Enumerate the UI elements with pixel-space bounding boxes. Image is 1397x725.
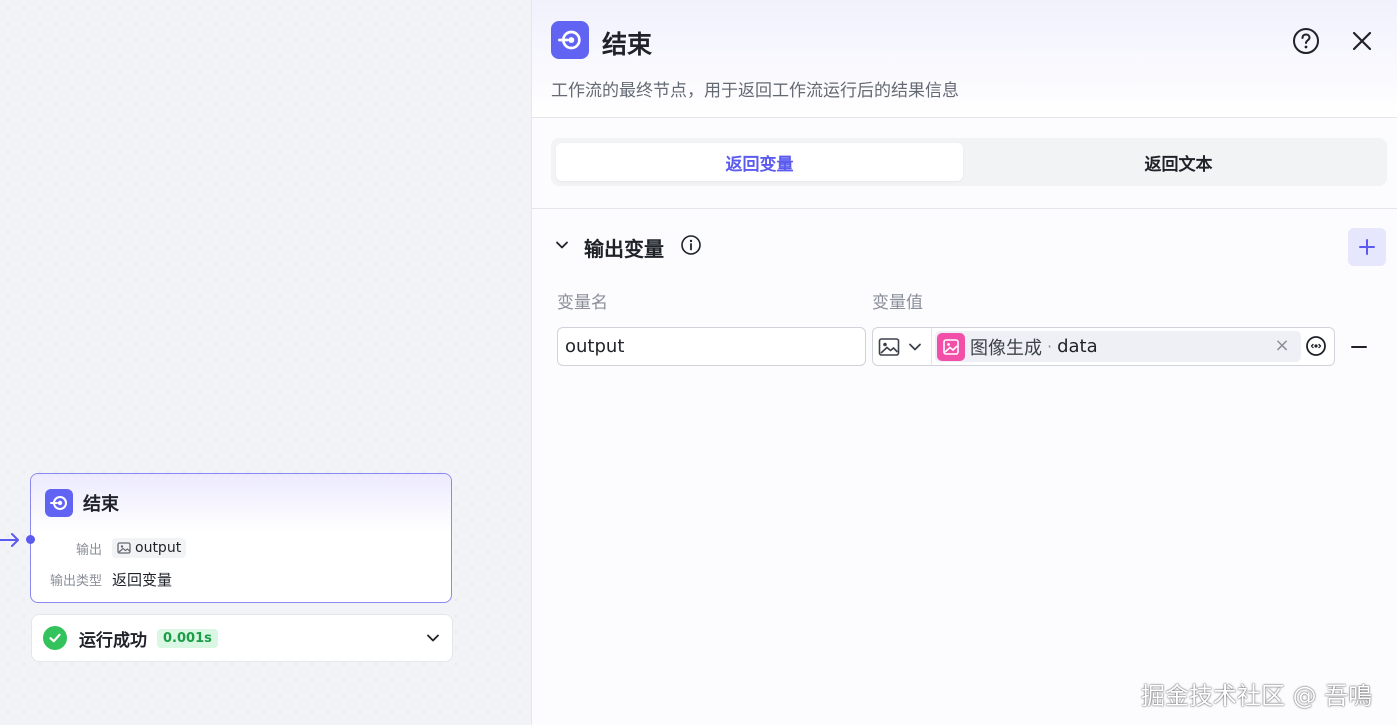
chevron-down-icon[interactable]: [424, 629, 442, 647]
clear-reference-icon[interactable]: ×: [1273, 337, 1291, 355]
node-output-type-row: 输出类型 返回变量: [31, 569, 172, 590]
add-variable-button[interactable]: [1348, 228, 1386, 266]
workflow-canvas[interactable]: 结束 输出 output 输出类型 返回变量 运行成功 0.001s: [0, 0, 531, 725]
remove-row-icon[interactable]: [1347, 335, 1371, 359]
run-status-label: 运行成功: [79, 630, 147, 651]
help-icon[interactable]: [1292, 27, 1320, 55]
panel-title: 结束: [602, 30, 653, 59]
end-node-icon: [551, 21, 589, 59]
tab-return-variable[interactable]: 返回变量: [556, 143, 963, 181]
node-header: 结束: [31, 474, 451, 532]
node-config-panel: 结束 工作流的最终节点，用于返回工作流运行后的结果信息 返回变量 返回文本 输出…: [531, 0, 1397, 725]
reference-separator: ·: [1047, 337, 1053, 356]
output-chip-label: output: [135, 540, 182, 556]
column-header-name: 变量名: [557, 293, 608, 313]
section-title: 输出变量: [584, 237, 664, 261]
info-icon[interactable]: [680, 234, 702, 256]
node-output-row: 输出 output: [31, 538, 187, 558]
tab-return-text[interactable]: 返回文本: [975, 143, 1382, 181]
plus-icon: [1359, 239, 1375, 255]
reference-field-name: data: [1057, 336, 1098, 357]
image-generation-node-icon: [937, 332, 965, 361]
image-type-icon: [117, 542, 131, 554]
incoming-edge-arrow-icon: [0, 533, 19, 547]
panel-description: 工作流的最终节点，用于返回工作流运行后的结果信息: [551, 81, 959, 101]
output-type-value: 返回变量: [112, 571, 173, 589]
variable-reference-tag[interactable]: 图像生成 · data ×: [935, 331, 1301, 362]
end-node-card[interactable]: 结束 输出 output 输出类型 返回变量: [26, 473, 452, 603]
end-node-icon: [45, 489, 73, 517]
reference-node-name: 图像生成: [970, 337, 1042, 359]
variable-value-field: 图像生成 · data ×: [872, 327, 1335, 366]
run-status-bar[interactable]: 运行成功 0.001s: [31, 614, 453, 662]
close-icon[interactable]: [1348, 27, 1376, 55]
watermark: 掘金技术社区 @ 吾鳴: [1141, 682, 1373, 710]
output-chip: output: [112, 538, 187, 558]
variable-name-input[interactable]: [557, 327, 866, 366]
run-duration-badge: 0.001s: [157, 628, 218, 648]
column-header-value: 变量值: [872, 293, 923, 313]
variable-picker-icon[interactable]: [1305, 335, 1327, 357]
output-type-label: 输出类型: [49, 574, 102, 589]
collapse-chevron-icon[interactable]: [553, 236, 571, 254]
panel-header: 结束 工作流的最终节点，用于返回工作流运行后的结果信息: [532, 0, 1397, 118]
chevron-down-icon: [909, 343, 921, 350]
success-check-icon: [43, 626, 67, 650]
value-type-select[interactable]: [873, 328, 932, 365]
image-type-icon: [878, 337, 900, 356]
node-title: 结束: [83, 494, 119, 515]
divider: [532, 208, 1397, 209]
output-label: 输出: [75, 542, 102, 558]
return-mode-tabs: 返回变量 返回文本: [551, 138, 1387, 186]
